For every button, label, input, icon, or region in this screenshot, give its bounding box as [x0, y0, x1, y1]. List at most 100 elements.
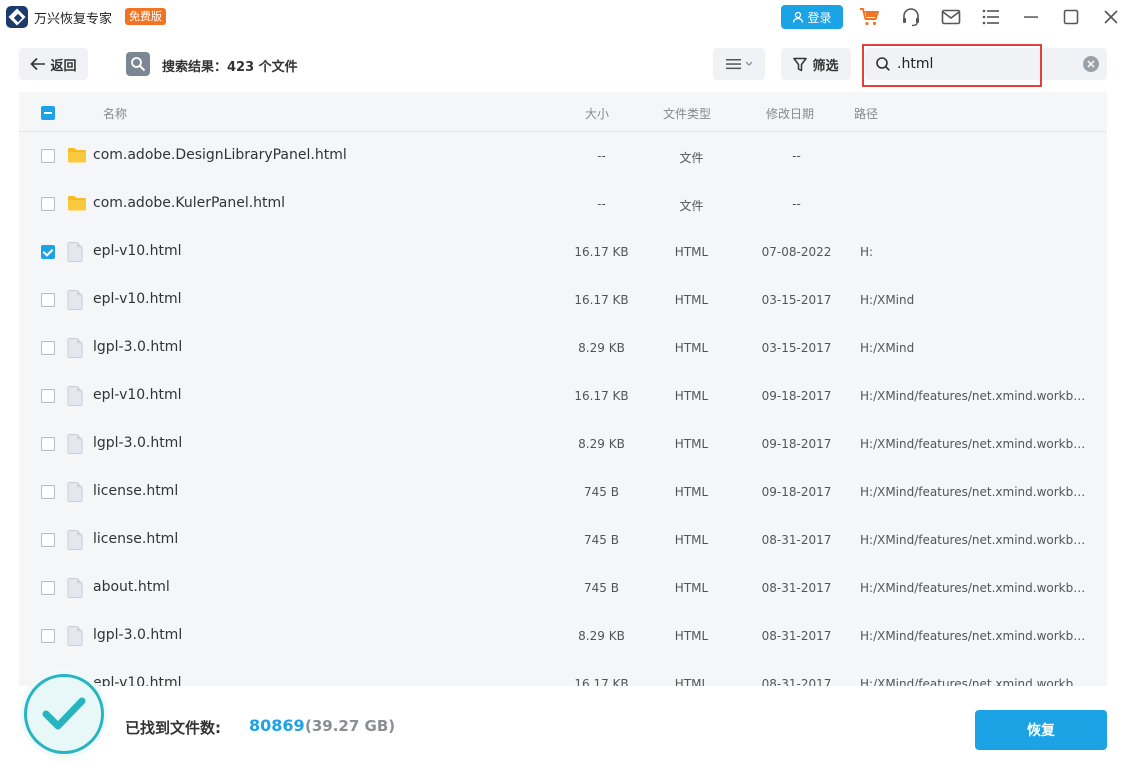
table-row[interactable]: epl-v10.html 16.17 KB HTML 03-15-2017 H:/XMi…: [19, 276, 1107, 324]
maximize-icon[interactable]: [1059, 5, 1083, 29]
file-icon: [67, 578, 83, 602]
row-checkbox[interactable]: [41, 437, 55, 451]
close-small-icon: [1087, 60, 1095, 68]
back-label: 返回: [50, 58, 77, 74]
file-size: 745 B: [584, 581, 619, 595]
checkmark-icon: [42, 697, 86, 730]
menu-list-icon[interactable]: [979, 5, 1003, 29]
filter-icon: [793, 57, 808, 71]
file-size: 8.29 KB: [578, 437, 625, 451]
file-path: H:/XMind/features/net.xmind.workbe...: [860, 389, 1090, 403]
file-table: 名称 大小 文件类型 修改日期 路径 com.adobe.DesignLibra…: [19, 92, 1107, 686]
headset-support-icon[interactable]: [899, 5, 923, 29]
file-icon: [67, 530, 83, 554]
file-icon: [67, 434, 83, 458]
mail-icon[interactable]: [939, 5, 963, 29]
file-date: 07-08-2022: [761, 245, 832, 259]
table-row[interactable]: license.html 745 B HTML 08-31-2017 H:/XMind/…: [19, 516, 1107, 564]
row-checkbox[interactable]: [41, 581, 55, 595]
clear-search-button[interactable]: [1083, 56, 1099, 72]
file-name: epl-v10.html: [93, 675, 182, 686]
file-path: H:/XMind/features/net.xmind.workbe...: [860, 581, 1090, 595]
login-label: 登录: [807, 10, 832, 25]
table-row[interactable]: com.adobe.DesignLibraryPanel.html -- 文件 --: [19, 132, 1107, 180]
search-result-icon: [126, 52, 150, 76]
login-button[interactable]: 登录: [781, 5, 843, 29]
file-type: HTML: [674, 245, 709, 259]
table-row[interactable]: lgpl-3.0.html 8.29 KB HTML 09-18-2017 H:/XMi…: [19, 420, 1107, 468]
cart-icon[interactable]: [858, 5, 882, 29]
row-checkbox[interactable]: [41, 533, 55, 547]
file-date: 09-18-2017: [761, 389, 832, 403]
file-size: --: [597, 197, 606, 211]
header-date[interactable]: 修改日期: [766, 105, 814, 122]
file-size: --: [597, 149, 606, 163]
file-path: H:/XMind/features/net.xmind.workbe...: [860, 677, 1090, 686]
file-name: lgpl-3.0.html: [93, 627, 183, 643]
file-path: H:/XMind/features/net.xmind.workbe...: [860, 437, 1090, 451]
search-result-summary: 搜索结果：423 个文件: [162, 56, 298, 75]
file-size: 8.29 KB: [578, 341, 625, 355]
title-bar: 万兴恢复专家 免费版 登录: [0, 0, 1125, 34]
file-name: epl-v10.html: [93, 291, 182, 307]
table-row[interactable]: lgpl-3.0.html 8.29 KB HTML 03-15-2017 H:/XMi…: [19, 324, 1107, 372]
folder-icon: [67, 146, 87, 168]
row-checkbox[interactable]: [41, 293, 55, 307]
file-type: HTML: [674, 581, 709, 595]
file-type: HTML: [674, 389, 709, 403]
header-name[interactable]: 名称: [103, 105, 127, 122]
found-files-size: (39.27 GB): [305, 717, 396, 735]
file-name: license.html: [93, 531, 179, 547]
found-files-count: 80869: [249, 716, 305, 735]
view-mode-button[interactable]: [713, 48, 765, 80]
file-type: HTML: [674, 533, 709, 547]
table-row[interactable]: epl-v10.html 16.17 KB HTML 08-31-2017 H:/XMi…: [19, 660, 1107, 686]
file-type: HTML: [674, 437, 709, 451]
file-name: com.adobe.DesignLibraryPanel.html: [93, 147, 347, 163]
file-name: lgpl-3.0.html: [93, 339, 183, 355]
row-checkbox[interactable]: [41, 149, 55, 163]
row-checkbox[interactable]: [41, 197, 55, 211]
search-result-label: 搜索结果：: [162, 60, 228, 75]
header-type[interactable]: 文件类型: [663, 105, 711, 122]
found-files-label: 已找到文件数:: [125, 719, 221, 737]
file-type: 文件: [679, 151, 704, 165]
user-icon: [793, 11, 804, 23]
back-button[interactable]: 返回: [19, 48, 88, 80]
filter-button[interactable]: 筛选: [781, 48, 851, 80]
file-name: lgpl-3.0.html: [93, 435, 183, 451]
row-checkbox[interactable]: [41, 629, 55, 643]
table-row[interactable]: com.adobe.KulerPanel.html -- 文件 --: [19, 180, 1107, 228]
file-icon: [67, 626, 83, 650]
file-date: 03-15-2017: [761, 293, 832, 307]
table-row[interactable]: epl-v10.html 16.17 KB HTML 07-08-2022 H:: [19, 228, 1107, 276]
app-logo: [6, 6, 28, 28]
row-checkbox[interactable]: [41, 389, 55, 403]
search-box: [865, 48, 1107, 80]
header-size[interactable]: 大小: [585, 105, 609, 122]
header-path[interactable]: 路径: [854, 105, 878, 122]
file-name: license.html: [93, 483, 179, 499]
row-checkbox[interactable]: [41, 341, 55, 355]
table-row[interactable]: lgpl-3.0.html 8.29 KB HTML 08-31-2017 H:/XMi…: [19, 612, 1107, 660]
close-icon[interactable]: [1099, 5, 1123, 29]
file-size: 16.17 KB: [574, 677, 629, 686]
select-all-checkbox[interactable]: [41, 106, 55, 120]
recover-button[interactable]: 恢复: [975, 710, 1107, 750]
search-input[interactable]: [897, 54, 1067, 74]
row-checkbox[interactable]: [41, 245, 55, 259]
list-view-icon: [725, 59, 741, 70]
file-icon: [67, 242, 83, 266]
minimize-icon[interactable]: [1019, 5, 1043, 29]
table-header: 名称 大小 文件类型 修改日期 路径: [19, 92, 1107, 132]
table-row[interactable]: about.html 745 B HTML 08-31-2017 H:/XMind/fe…: [19, 564, 1107, 612]
scan-complete-badge: [24, 674, 104, 754]
table-row[interactable]: license.html 745 B HTML 09-18-2017 H:/XMind/…: [19, 468, 1107, 516]
file-path: H:/XMind/features/net.xmind.workbe...: [860, 533, 1090, 547]
table-row[interactable]: epl-v10.html 16.17 KB HTML 09-18-2017 H:/XMi…: [19, 372, 1107, 420]
file-type: HTML: [674, 485, 709, 499]
row-checkbox[interactable]: [41, 485, 55, 499]
file-path: H:: [860, 245, 874, 259]
file-icon: [67, 386, 83, 410]
file-path: H:/XMind/features/net.xmind.workbe...: [860, 629, 1090, 643]
